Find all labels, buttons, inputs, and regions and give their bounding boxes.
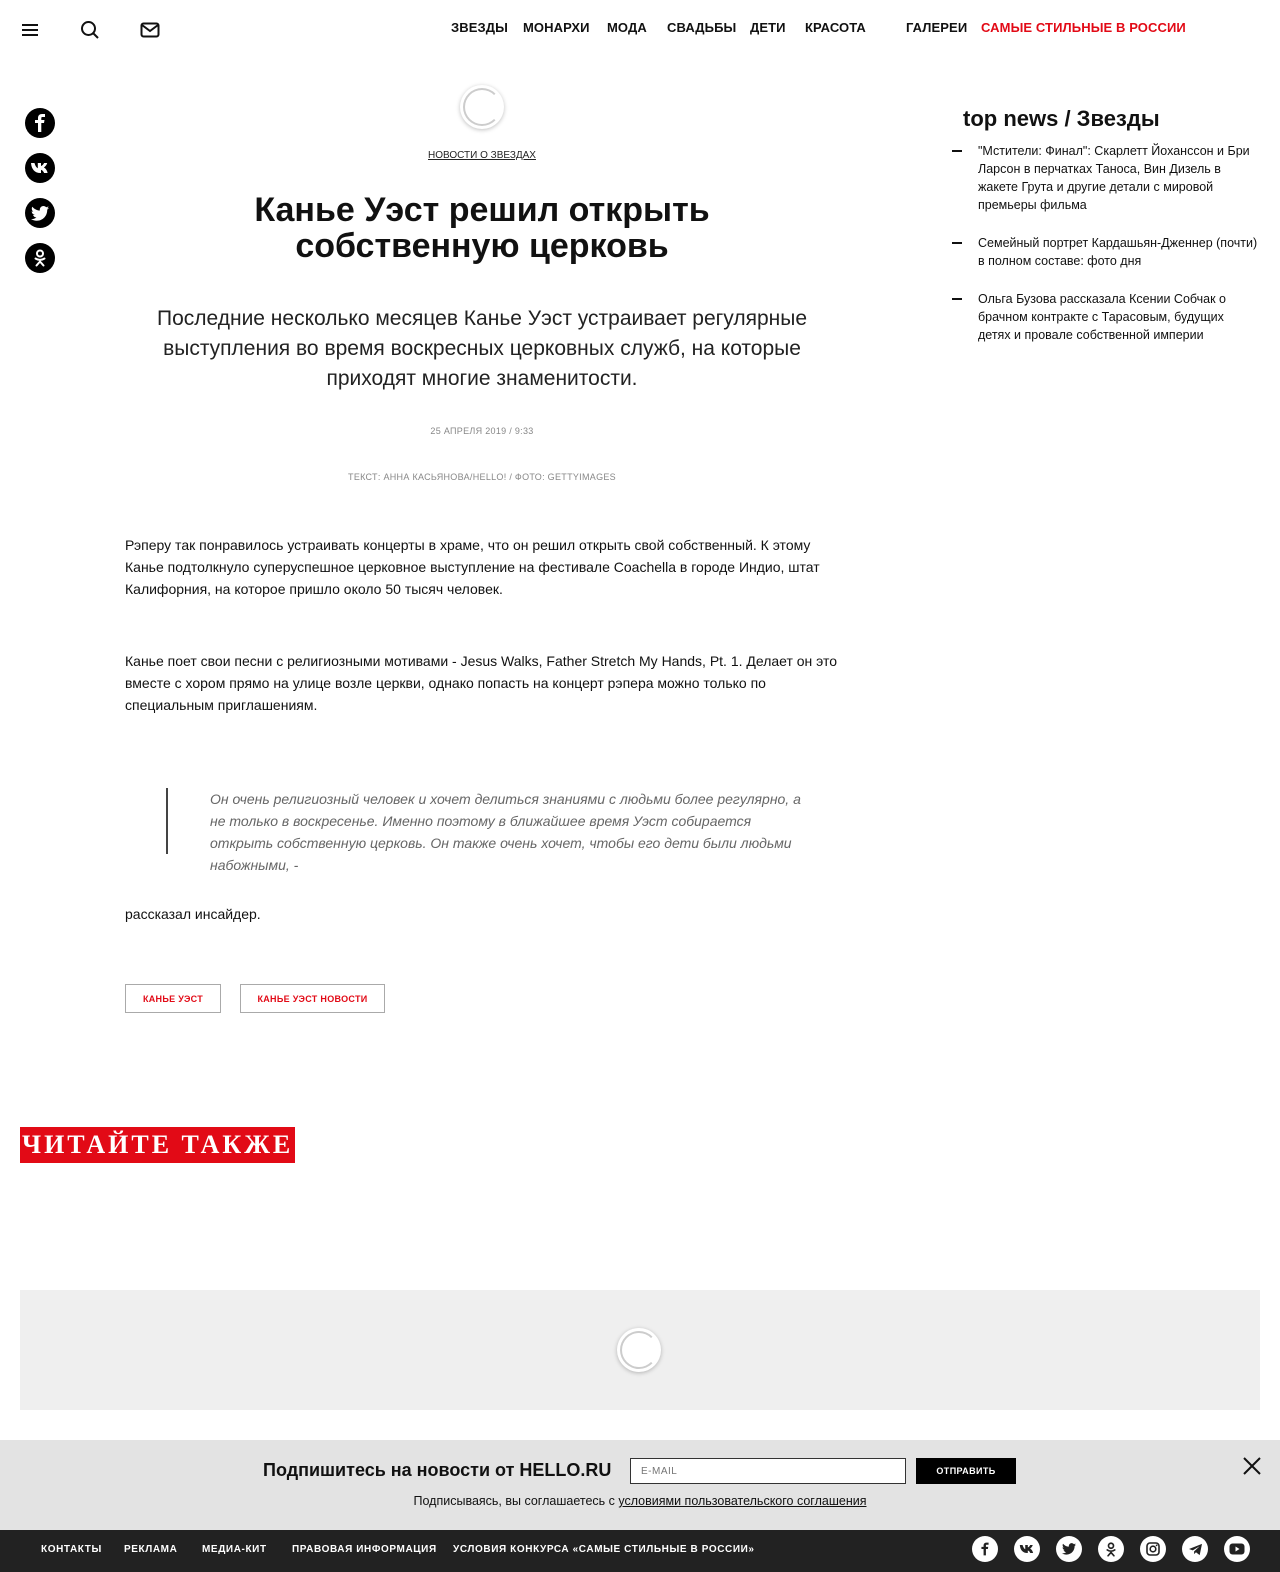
footer-link-contacts[interactable]: КОНТАКТЫ [41, 1544, 102, 1555]
main-nav: ЗВЕЗДЫ МОНАРХИ МОДА СВАДЬБЫ ДЕТИ КРАСОТА… [0, 20, 1280, 40]
nav-item-stars[interactable]: ЗВЕЗДЫ [451, 20, 508, 35]
article-rubric-link[interactable]: НОВОСТИ О ЗВЕЗДАХ [380, 150, 584, 161]
nav-item-weddings[interactable]: СВАДЬБЫ [667, 20, 736, 35]
site-header: ЗВЕЗДЫ МОНАРХИ МОДА СВАДЬБЫ ДЕТИ КРАСОТА… [0, 0, 1280, 58]
share-buttons [25, 108, 55, 288]
top-news-item[interactable]: "Мстители: Финал": Скарлетт Йоханссон и … [952, 142, 1258, 214]
vk-icon[interactable] [1014, 1536, 1040, 1562]
twitter-icon [31, 205, 49, 221]
nav-item-most-stylish[interactable]: САМЫЕ СТИЛЬНЫЕ В РОССИИ [981, 20, 1186, 35]
facebook-share-button[interactable] [25, 108, 55, 138]
site-footer: КОНТАКТЫ РЕКЛАМА МЕДИА-КИТ ПРАВОВАЯ ИНФО… [0, 1530, 1280, 1572]
tag-kanye-west[interactable]: КАНЬЕ УЭСТ [125, 984, 221, 1013]
telegram-icon[interactable] [1182, 1536, 1208, 1562]
nav-item-fashion[interactable]: МОДА [607, 20, 647, 35]
article-credits: ТЕКСТ: АННА КАСЬЯНОВА/HELLO! / ФОТО: GET… [348, 472, 616, 482]
twitter-share-button[interactable] [25, 198, 55, 228]
article-paragraph: Канье поет свои песни с религиозными мот… [125, 653, 838, 713]
subscribe-note: Подписываясь, вы соглашаетесь с условиям… [0, 1494, 1280, 1508]
subscribe-submit-button[interactable]: ОТПРАВИТЬ [916, 1458, 1016, 1484]
user-agreement-link[interactable]: условиями пользовательского соглашения [618, 1494, 866, 1508]
read-also-heading: ЧИТАЙТЕ ТАКЖЕ [20, 1127, 296, 1163]
instagram-icon[interactable] [1140, 1536, 1166, 1562]
email-field[interactable] [630, 1458, 906, 1484]
top-news-item[interactable]: Ольга Бузова рассказала Ксении Собчак о … [952, 290, 1258, 344]
footer-link-advertising[interactable]: РЕКЛАМА [124, 1544, 177, 1555]
facebook-icon [35, 114, 45, 132]
odnoklassniki-icon [34, 249, 46, 267]
youtube-icon[interactable] [1224, 1536, 1250, 1562]
loading-spinner [617, 1328, 661, 1372]
footer-link-legal[interactable]: ПРАВОВАЯ ИНФОРМАЦИЯ [292, 1544, 437, 1555]
subscribe-title: Подпишитесь на новости от HELLO.RU [263, 1460, 612, 1480]
loading-spinner [460, 85, 504, 129]
subscribe-bar: Подпишитесь на новости от HELLO.RU ОТПРА… [0, 1440, 1280, 1530]
footer-link-contest-rules[interactable]: УСЛОВИЯ КОНКУРСА «САМЫЕ СТИЛЬНЫЕ В РОССИ… [453, 1544, 755, 1555]
top-news-item[interactable]: Семейный портрет Кардашьян-Дженнер (почт… [952, 234, 1258, 270]
article-title: Канье Уэст решил открыть собственную цер… [254, 191, 710, 265]
vk-icon [31, 163, 48, 173]
odnoklassniki-share-button[interactable] [25, 243, 55, 273]
nav-item-galleries[interactable]: ГАЛЕРЕИ [906, 20, 967, 35]
subscribe-note-text: Подписываясь, вы соглашаетесь с [413, 1494, 619, 1508]
nav-item-kids[interactable]: ДЕТИ [750, 20, 786, 35]
tag-kanye-west-news[interactable]: КАНЬЕ УЭСТ НОВОСТИ [240, 984, 385, 1013]
facebook-icon[interactable] [972, 1536, 998, 1562]
article-quote: Он очень религиозный человек и хочет дел… [166, 788, 806, 873]
twitter-icon[interactable] [1056, 1536, 1082, 1562]
article-paragraph: Рэперу так понравилось устраивать концер… [125, 537, 820, 597]
nav-item-monarchs[interactable]: МОНАРХИ [523, 20, 590, 35]
article-lead: Последние несколько месяцев Канье Уэст у… [156, 307, 808, 390]
vk-share-button[interactable] [25, 153, 55, 183]
article-date: 25 АПРЕЛЯ 2019 / 9:33 [430, 426, 534, 436]
top-news-heading: top news / Звезды [963, 106, 1160, 131]
footer-link-media-kit[interactable]: МЕДИА-КИТ [202, 1544, 267, 1555]
article-paragraph: рассказал инсайдер. [125, 906, 261, 922]
odnoklassniki-icon[interactable] [1098, 1536, 1124, 1562]
nav-item-beauty[interactable]: КРАСОТА [805, 20, 866, 35]
close-icon[interactable] [1242, 1456, 1262, 1476]
